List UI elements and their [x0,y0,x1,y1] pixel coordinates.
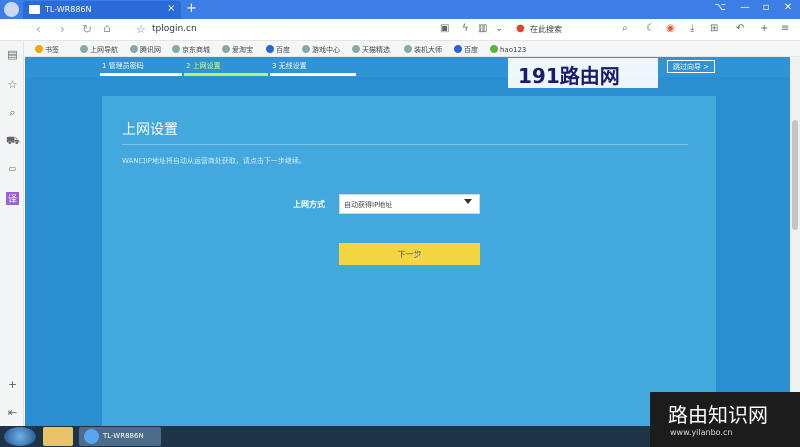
divider [122,144,688,145]
sidebar [0,41,24,426]
reader-mode-icon[interactable]: ▤ [6,48,19,61]
back-button[interactable]: ‹ [36,22,41,36]
extension-icon[interactable]: ⊞ [710,23,718,34]
skip-wizard-button[interactable]: 跳过向导 > [667,60,715,73]
paw-icon [266,45,274,53]
live-icon[interactable]: ▭ [6,164,19,173]
search-icon[interactable]: ⌕ [6,106,19,120]
address-bar [0,19,800,41]
browser-icon [84,429,99,444]
watermark-title: 路由知识网 [668,403,768,427]
add-icon[interactable]: + [760,23,768,34]
file-explorer-icon[interactable] [43,427,73,446]
add-icon[interactable]: + [6,378,19,391]
refresh-button[interactable]: ↻ [82,22,92,36]
close-icon[interactable]: × [167,3,175,14]
hao123-icon [490,45,498,53]
close-window-button[interactable]: ✕ [778,2,798,13]
step-2-bar [184,73,268,76]
tab-active[interactable]: TL-WR886N × [23,1,181,19]
next-button[interactable]: 下一步 [339,243,480,265]
step-3-bar [270,73,356,76]
globe-icon [172,45,180,53]
collapse-sidebar-icon[interactable]: ⇤ [6,406,19,419]
avatar[interactable] [4,2,19,17]
globe-icon [352,45,360,53]
reader-icon[interactable]: ▣ [440,23,449,34]
bookmark-item[interactable]: 百度 [454,45,478,55]
search-input[interactable]: 在此搜索 [530,24,562,35]
night-mode-icon[interactable]: ☾ [646,23,655,34]
undo-icon[interactable]: ↶ [736,23,744,34]
game-icon[interactable]: ◉ [666,23,675,34]
shopping-cart-icon[interactable]: ⛟ [6,134,20,149]
hamburger-menu-icon[interactable]: ≡ [781,23,789,34]
download-icon[interactable]: ⤓ [690,23,694,34]
chevron-down-icon[interactable] [464,199,472,204]
watermark-logo: 191路由网 [508,58,658,88]
bookmark-item[interactable]: 上网导航 [80,45,118,55]
description-text: WAN口IP地址将自动从运营商处获取，请点击下一步继续。 [122,157,306,165]
tab-title: TL-WR886N [45,5,92,14]
start-button[interactable] [4,427,36,446]
router-icon [29,5,40,14]
scrollbar-thumb[interactable] [792,120,798,230]
favorite-star-icon[interactable]: ☆ [136,23,146,36]
globe-icon [404,45,412,53]
favorites-icon[interactable]: ☆ [6,78,19,91]
connection-type-select[interactable]: 自动获得IP地址 [339,194,480,214]
step-2-label: 2 上网设置 [186,62,221,70]
hand-cursor-icon: ☝ [412,249,420,264]
bookmark-item[interactable]: 腾讯网 [130,45,161,55]
bookmark-item[interactable]: 天猫精选 [352,45,390,55]
globe-icon [222,45,230,53]
bookmark-item[interactable]: 爱淘宝 [222,45,253,55]
page-title: 上网设置 [122,122,178,138]
globe-icon [80,45,88,53]
globe-icon [130,45,138,53]
menu-icon[interactable]: ⌥ [710,2,730,13]
step-1-bar [100,73,182,76]
screenshot-icon[interactable]: ▥ [478,23,487,34]
search-engine-icon[interactable]: ● [516,23,525,34]
forward-button[interactable]: › [60,22,65,36]
translate-icon[interactable]: 译 [6,192,19,205]
globe-icon [302,45,310,53]
star-icon [35,45,43,53]
lightning-icon[interactable]: ϟ [462,23,469,34]
connection-type-label: 上网方式 [293,200,325,209]
bookmark-item[interactable]: 装机大师 [404,45,442,55]
bookmark-item[interactable]: hao123 [490,45,526,54]
new-tab-button[interactable]: + [186,1,197,16]
minimize-button[interactable]: — [735,2,755,13]
paw-icon [454,45,462,53]
scrollbar[interactable] [790,57,800,426]
bookmark-item[interactable]: 百度 [266,45,290,55]
home-button[interactable]: ⌂ [103,21,111,35]
dropdown-icon[interactable]: ⌄ [495,23,503,34]
bookmark-item[interactable]: 京东商城 [172,45,210,55]
watermark-url: www.yilanbo.cn [670,428,733,437]
bookmark-item[interactable]: 书签 [35,45,59,55]
step-1-label: 1 管理员密码 [102,62,144,70]
step-3-label: 3 无线设置 [272,62,307,70]
maximize-button[interactable]: ▫ [756,2,776,13]
bookmark-item[interactable]: 游戏中心 [302,45,340,55]
search-icon[interactable]: ⌕ [622,23,628,34]
url-input[interactable]: tplogin.cn [152,24,197,34]
